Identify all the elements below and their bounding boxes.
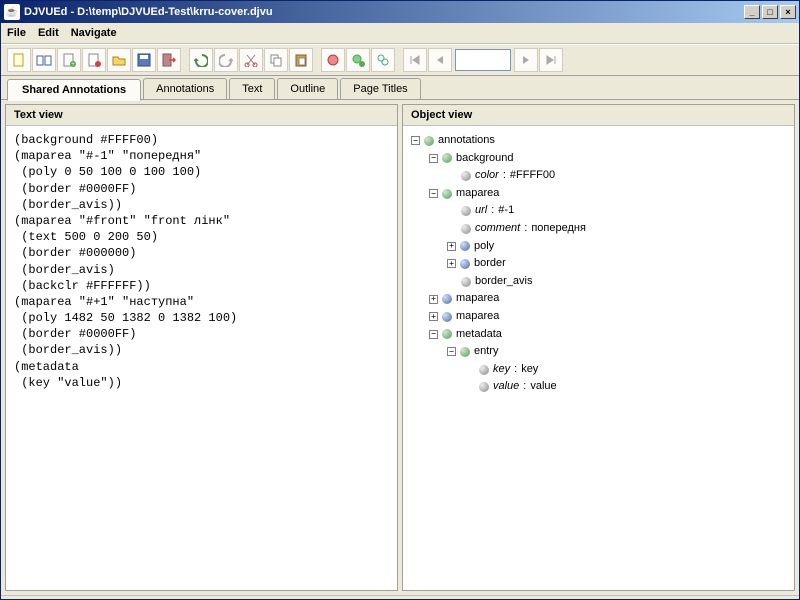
toggle-icon[interactable]: − bbox=[429, 330, 438, 339]
tab-outline[interactable]: Outline bbox=[277, 78, 338, 99]
tree-node-poly[interactable]: +poly bbox=[411, 238, 786, 256]
undo-button[interactable] bbox=[189, 48, 213, 72]
add-page-button[interactable]: + bbox=[57, 48, 81, 72]
tree-node-maparea-3[interactable]: +maparea bbox=[411, 308, 786, 326]
window-title: DJVUEd - D:\temp\DJVUEd-Test\krru-cover.… bbox=[24, 6, 273, 18]
app-icon: ☕ bbox=[4, 4, 20, 20]
menu-edit[interactable]: Edit bbox=[38, 27, 59, 39]
save-button[interactable] bbox=[132, 48, 156, 72]
tree-leaf-url[interactable]: url:#-1 bbox=[411, 202, 786, 220]
object-tree[interactable]: −annotations −background color:#FFFF00 −… bbox=[403, 126, 794, 590]
tree-node-background[interactable]: −background bbox=[411, 150, 786, 168]
minimize-button[interactable]: _ bbox=[744, 5, 760, 19]
remove-page-button[interactable] bbox=[82, 48, 106, 72]
paste-button[interactable] bbox=[289, 48, 313, 72]
tree-node-maparea-1[interactable]: −maparea bbox=[411, 185, 786, 203]
exit-button[interactable] bbox=[157, 48, 181, 72]
close-button[interactable]: × bbox=[780, 5, 796, 19]
prev-page-button[interactable] bbox=[428, 48, 452, 72]
new-button[interactable] bbox=[7, 48, 31, 72]
tree-leaf-value[interactable]: value:value bbox=[411, 378, 786, 396]
statusbar bbox=[1, 595, 799, 599]
tree-leaf-color[interactable]: color:#FFFF00 bbox=[411, 167, 786, 185]
tree-node-entry[interactable]: −entry bbox=[411, 343, 786, 361]
tree-leaf-key[interactable]: key:key bbox=[411, 361, 786, 379]
tab-text[interactable]: Text bbox=[229, 78, 275, 99]
menubar: File Edit Navigate bbox=[1, 23, 799, 44]
toggle-icon[interactable]: + bbox=[447, 242, 456, 251]
tree-leaf-border-avis[interactable]: border_avis bbox=[411, 273, 786, 291]
first-page-button[interactable] bbox=[403, 48, 427, 72]
tab-page-titles[interactable]: Page Titles bbox=[340, 78, 420, 99]
toggle-icon[interactable]: − bbox=[429, 189, 438, 198]
tab-annotations[interactable]: Annotations bbox=[143, 78, 227, 99]
open-book-button[interactable] bbox=[32, 48, 56, 72]
text-view-body[interactable]: (background #FFFF00) (maparea "#-1" "поп… bbox=[6, 126, 397, 590]
page-number-input[interactable] bbox=[455, 49, 511, 71]
content: Text view (background #FFFF00) (maparea … bbox=[1, 100, 799, 595]
titlebar: ☕ DJVUEd - D:\temp\DJVUEd-Test\krru-cove… bbox=[1, 1, 799, 23]
tree-node-border[interactable]: +border bbox=[411, 255, 786, 273]
toggle-icon[interactable]: − bbox=[411, 136, 420, 145]
toggle-icon[interactable]: − bbox=[447, 347, 456, 356]
text-view-header: Text view bbox=[6, 105, 397, 126]
tree-leaf-comment[interactable]: comment:попередня bbox=[411, 220, 786, 238]
copy-button[interactable] bbox=[264, 48, 288, 72]
tree-node-annotations[interactable]: −annotations bbox=[411, 132, 786, 150]
menu-navigate[interactable]: Navigate bbox=[71, 27, 117, 39]
tool-add-button[interactable] bbox=[346, 48, 370, 72]
maximize-button[interactable]: □ bbox=[762, 5, 778, 19]
tree-node-metadata[interactable]: −metadata bbox=[411, 326, 786, 344]
last-page-button[interactable] bbox=[539, 48, 563, 72]
cut-button[interactable] bbox=[239, 48, 263, 72]
toggle-icon[interactable]: − bbox=[429, 154, 438, 163]
svg-text:+: + bbox=[71, 62, 75, 67]
open-folder-button[interactable] bbox=[107, 48, 131, 72]
tabbar: Shared Annotations Annotations Text Outl… bbox=[1, 76, 799, 100]
tool-circle-button[interactable] bbox=[321, 48, 345, 72]
toolbar: + bbox=[1, 44, 799, 76]
toggle-icon[interactable]: + bbox=[429, 312, 438, 321]
object-view-panel: Object view −annotations −background col… bbox=[402, 104, 795, 591]
tree-node-maparea-2[interactable]: +maparea bbox=[411, 290, 786, 308]
tab-shared-annotations[interactable]: Shared Annotations bbox=[7, 79, 141, 101]
next-page-button[interactable] bbox=[514, 48, 538, 72]
tool-link-button[interactable] bbox=[371, 48, 395, 72]
toggle-icon[interactable]: + bbox=[429, 295, 438, 304]
menu-file[interactable]: File bbox=[7, 27, 26, 39]
object-view-header: Object view bbox=[403, 105, 794, 126]
toggle-icon[interactable]: + bbox=[447, 259, 456, 268]
redo-button[interactable] bbox=[214, 48, 238, 72]
text-view-panel: Text view (background #FFFF00) (maparea … bbox=[5, 104, 398, 591]
